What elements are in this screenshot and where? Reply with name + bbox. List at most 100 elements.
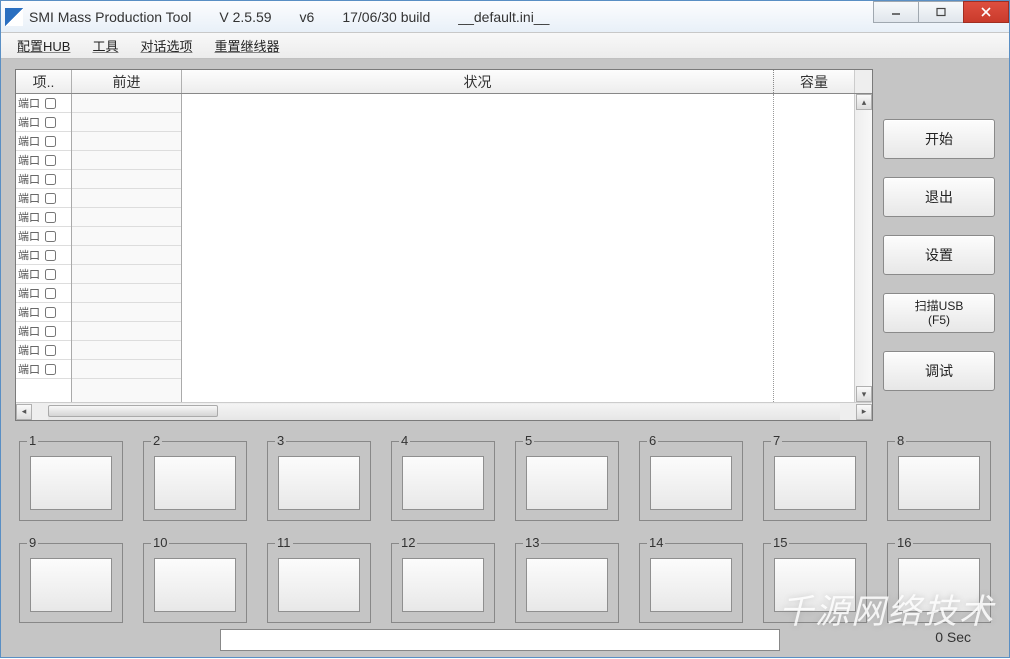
menu-dialog-options[interactable]: 对话选项 [130, 33, 202, 58]
scroll-down-icon[interactable]: ▾ [856, 386, 872, 402]
port-checkbox[interactable] [45, 288, 56, 299]
grid-row-labels: 端口端口端口端口端口端口端口端口端口端口端口端口端口端口端口 [16, 94, 72, 402]
port-checkbox[interactable] [45, 326, 56, 337]
port-checkbox[interactable] [45, 364, 56, 375]
port-slot-12: 12 [391, 539, 495, 623]
table-row: 端口 [16, 303, 71, 322]
scrollbar-thumb[interactable] [48, 405, 218, 417]
port-checkbox[interactable] [45, 174, 56, 185]
port-checkbox[interactable] [45, 269, 56, 280]
menubar: 配置HUB 工具 对话选项 重置继线器 [1, 33, 1009, 59]
slot-inner[interactable] [30, 456, 112, 510]
slot-inner[interactable] [526, 558, 608, 612]
app-config-file: __default.ini__ [458, 9, 549, 25]
col-header-item[interactable]: 项.. [16, 70, 72, 93]
close-button[interactable] [963, 1, 1009, 23]
port-checkbox[interactable] [45, 345, 56, 356]
table-row: 端口 [16, 227, 71, 246]
debug-button[interactable]: 调试 [883, 351, 995, 391]
port-label: 端口 [18, 133, 42, 149]
port-checkbox[interactable] [45, 117, 56, 128]
pretest-cell [72, 265, 181, 284]
scroll-up-icon[interactable]: ▴ [856, 94, 872, 110]
port-slot-3: 3 [267, 437, 371, 521]
port-slot-9: 9 [19, 539, 123, 623]
horizontal-scrollbar[interactable] [48, 404, 840, 420]
port-checkbox[interactable] [45, 250, 56, 261]
port-label: 端口 [18, 247, 42, 263]
port-checkbox[interactable] [45, 98, 56, 109]
slot-inner[interactable] [154, 558, 236, 612]
port-checkbox[interactable] [45, 155, 56, 166]
slot-inner[interactable] [154, 456, 236, 510]
port-slot-13: 13 [515, 539, 619, 623]
slot-label: 9 [27, 535, 38, 550]
slot-label: 11 [275, 535, 293, 550]
pretest-cell [72, 132, 181, 151]
slot-label: 4 [399, 433, 410, 448]
app-version: V 2.5.59 [219, 9, 271, 25]
slot-frame [639, 441, 743, 521]
port-slot-8: 8 [887, 437, 991, 521]
pretest-cell [72, 208, 181, 227]
slot-inner[interactable] [650, 456, 732, 510]
setting-button[interactable]: 设置 [883, 235, 995, 275]
slot-frame [515, 543, 619, 623]
port-slot-5: 5 [515, 437, 619, 521]
port-label: 端口 [18, 361, 42, 377]
menu-hub[interactable]: 配置HUB [7, 33, 80, 58]
slot-frame [391, 543, 495, 623]
port-slot-2: 2 [143, 437, 247, 521]
slot-inner[interactable] [30, 558, 112, 612]
minimize-button[interactable] [873, 1, 919, 23]
port-checkbox[interactable] [45, 212, 56, 223]
scroll-right-icon[interactable]: ▸ [856, 404, 872, 420]
col-header-status[interactable]: 状况 [182, 70, 774, 93]
col-header-pretest[interactable]: 前进 [72, 70, 182, 93]
close-icon [980, 7, 992, 17]
port-slot-15: 15 [763, 539, 867, 623]
slot-inner[interactable] [402, 558, 484, 612]
port-checkbox[interactable] [45, 193, 56, 204]
port-slots: 12345678910111213141516 [15, 431, 995, 623]
slot-inner[interactable] [526, 456, 608, 510]
slot-inner[interactable] [402, 456, 484, 510]
port-checkbox[interactable] [45, 231, 56, 242]
col-header-capacity[interactable]: 容量 [774, 70, 854, 93]
table-row: 端口 [16, 284, 71, 303]
slot-label: 8 [895, 433, 906, 448]
scroll-left-icon[interactable]: ◂ [16, 404, 32, 420]
port-label: 端口 [18, 209, 42, 225]
quit-button[interactable]: 退出 [883, 177, 995, 217]
menu-tools[interactable]: 工具 [82, 33, 128, 58]
slot-inner[interactable] [898, 558, 980, 612]
app-name: SMI Mass Production Tool [29, 9, 191, 25]
app-build: 17/06/30 build [342, 9, 430, 25]
scan-usb-button[interactable]: 扫描USB (F5) [883, 293, 995, 333]
pretest-cell [72, 322, 181, 341]
slot-frame [267, 441, 371, 521]
port-label: 端口 [18, 171, 42, 187]
menu-reset-concentrator[interactable]: 重置继线器 [204, 33, 289, 58]
slot-inner[interactable] [898, 456, 980, 510]
port-label: 端口 [18, 114, 42, 130]
table-row: 端口 [16, 322, 71, 341]
scan-usb-label: 扫描USB [915, 299, 964, 313]
slot-inner[interactable] [774, 456, 856, 510]
vertical-scrollbar[interactable]: ▴ ▾ [854, 94, 872, 402]
slot-inner[interactable] [278, 558, 360, 612]
slot-inner[interactable] [650, 558, 732, 612]
pretest-cell [72, 151, 181, 170]
pretest-cell [72, 227, 181, 246]
maximize-button[interactable] [918, 1, 964, 23]
port-checkbox[interactable] [45, 307, 56, 318]
port-checkbox[interactable] [45, 136, 56, 147]
slot-inner[interactable] [278, 456, 360, 510]
grid-capacity-col [774, 94, 854, 402]
port-label: 端口 [18, 285, 42, 301]
port-slot-16: 16 [887, 539, 991, 623]
port-label: 端口 [18, 323, 42, 339]
start-button[interactable]: 开始 [883, 119, 995, 159]
slot-label: 13 [523, 535, 541, 550]
slot-inner[interactable] [774, 558, 856, 612]
